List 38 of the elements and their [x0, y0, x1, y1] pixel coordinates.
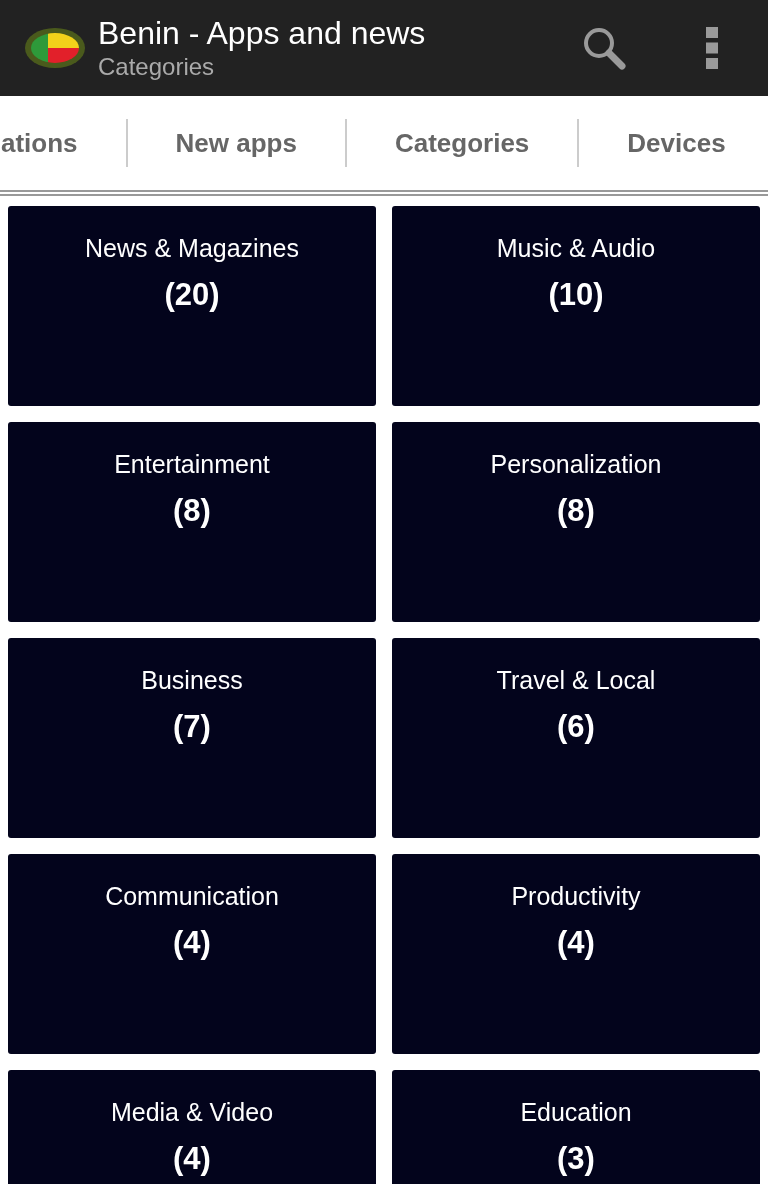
app-title: Benin - Apps and news	[98, 14, 427, 52]
category-name: News & Magazines	[85, 234, 299, 263]
category-tile[interactable]: Music & Audio (10)	[392, 206, 760, 406]
category-tile[interactable]: Personalization (8)	[392, 422, 760, 622]
category-tile[interactable]: Travel & Local (6)	[392, 638, 760, 838]
category-count: (4)	[173, 925, 211, 961]
tab[interactable]: Devices	[579, 127, 768, 159]
category-tile[interactable]: Communication (4)	[8, 854, 376, 1054]
category-count: (8)	[173, 493, 211, 529]
category-count: (8)	[557, 493, 595, 529]
category-tile[interactable]: Business (7)	[8, 638, 376, 838]
category-name: Communication	[105, 882, 279, 911]
app-subtitle: Categories	[98, 52, 216, 82]
tab[interactable]: New apps	[127, 127, 345, 159]
category-count: (6)	[557, 709, 595, 745]
category-name: Education	[520, 1098, 632, 1127]
tab[interactable]: Categories	[346, 127, 578, 159]
category-tile[interactable]: Entertainment (8)	[8, 422, 376, 622]
category-count: (7)	[173, 709, 211, 745]
category-count: (4)	[173, 1141, 211, 1177]
category-count: (4)	[557, 925, 595, 961]
category-name: Travel & Local	[496, 666, 656, 695]
category-name: Media & Video	[110, 1098, 274, 1127]
category-tile[interactable]: Media & Video (4)	[8, 1070, 376, 1184]
flag-icon	[24, 27, 86, 69]
category-name: Entertainment	[114, 450, 270, 479]
category-tile[interactable]: News & Magazines (20)	[8, 206, 376, 406]
category-name: Music & Audio	[496, 234, 656, 263]
category-count: (3)	[557, 1141, 595, 1177]
tab[interactable]: ations	[0, 127, 126, 159]
category-tile[interactable]: Education (3)	[392, 1070, 760, 1184]
category-name: Personalization	[490, 450, 662, 479]
overflow-menu-icon[interactable]	[706, 27, 718, 69]
category-name: Productivity	[511, 882, 641, 911]
category-tile[interactable]: Productivity (4)	[392, 854, 760, 1054]
category-name: Business	[141, 666, 243, 695]
category-count: (20)	[164, 277, 220, 313]
category-count: (10)	[548, 277, 604, 313]
